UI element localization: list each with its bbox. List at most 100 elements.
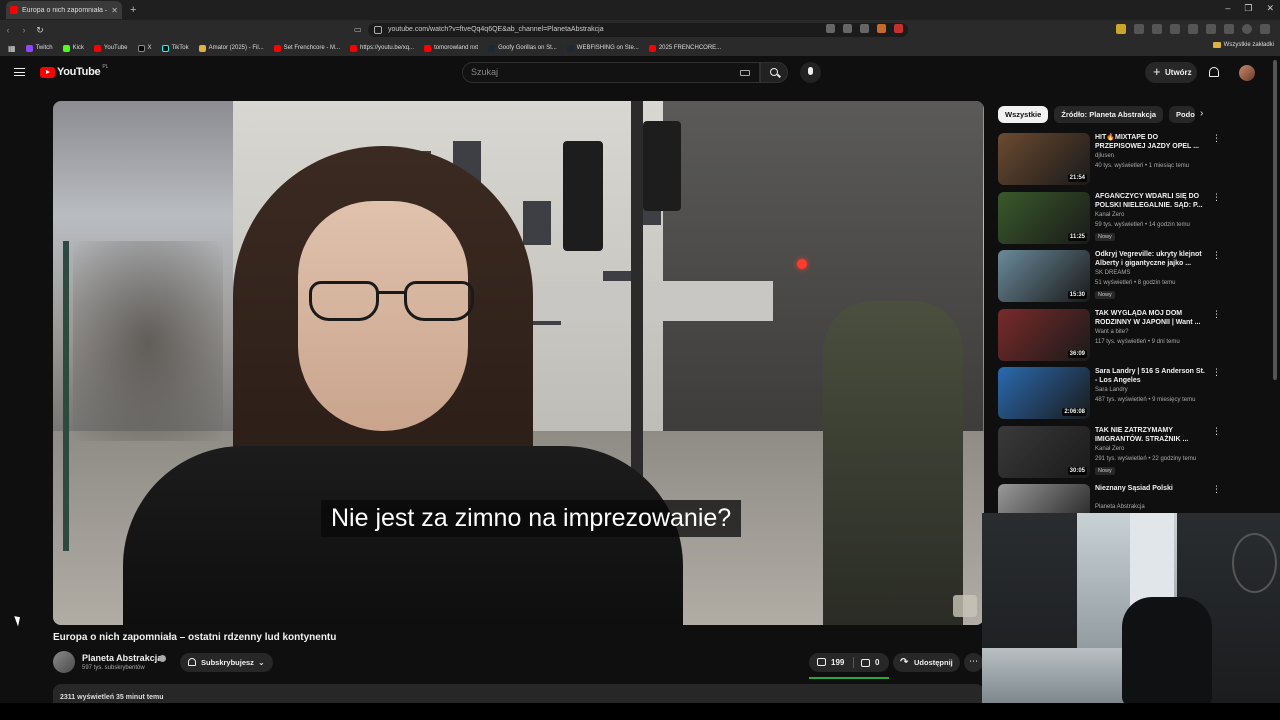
search-input[interactable]: Szukaj [462, 62, 760, 83]
close-window-icon[interactable]: ✕ [1266, 3, 1274, 14]
recommendation-channel[interactable]: Kanał Zero [1095, 446, 1124, 452]
recommendation-channel[interactable]: djlusen [1095, 153, 1114, 159]
recommendation-channel[interactable]: Want a bite? [1095, 329, 1128, 335]
recommendation-item[interactable]: 21:54 HIT🔥MIXTAPE DO PRZEPISOWEJ JAZDY OP… [998, 133, 1223, 187]
create-button[interactable]: Utwórz [1145, 61, 1197, 83]
apps-icon[interactable]: ▦ [8, 44, 16, 53]
profile-icon[interactable] [1242, 24, 1252, 34]
video-thumbnail[interactable]: 21:54 [998, 133, 1090, 185]
bookmark-item[interactable]: https://youtu.be/xq... [350, 44, 414, 52]
chip-all[interactable]: Wszystkie [998, 106, 1049, 123]
recommendation-title[interactable]: HIT🔥MIXTAPE DO PRZEPISOWEJ JAZDY OPEL ..… [1095, 133, 1207, 151]
more-options-icon[interactable]: ⋮ [1212, 484, 1221, 495]
video-thumbnail[interactable]: 11:25 [998, 191, 1090, 244]
back-icon[interactable]: ‹ [0, 25, 16, 35]
more-options-icon[interactable]: ⋮ [1212, 367, 1221, 378]
bookmark-item[interactable]: TikTok [161, 44, 189, 52]
video-player[interactable]: Nie jest za zimno na imprezowanie? [53, 101, 984, 625]
recommendation-channel[interactable]: Sara Landry [1095, 387, 1128, 393]
recommendation-channel[interactable]: SK DREAMS [1095, 270, 1130, 276]
forward-icon[interactable]: › [16, 25, 32, 35]
dislike-count[interactable]: 0 [875, 658, 879, 667]
bookmark-item[interactable]: Goofy Gorillas on St... [488, 44, 557, 52]
media-icon[interactable] [1206, 24, 1216, 34]
chip-similar[interactable]: Podob [1169, 106, 1196, 123]
chip-source-channel[interactable]: Źródło: Planeta Abstrakcja [1054, 106, 1164, 123]
recommendation-title[interactable]: TAK WYGLĄDA MÓJ DOM RODZINNY W JAPONII |… [1095, 309, 1207, 327]
all-bookmarks-folder[interactable]: Wszystkie zakładki [1212, 42, 1274, 48]
chevron-right-icon[interactable]: › [1200, 108, 1203, 119]
like-thumb-up-icon[interactable] [817, 658, 826, 666]
alert-extension-icon[interactable] [894, 24, 903, 33]
zoom-icon[interactable] [843, 24, 852, 33]
extension-icon[interactable] [1170, 24, 1180, 34]
more-actions-icon[interactable]: ⋯ [964, 653, 983, 672]
subscribe-button[interactable]: Subskrybujesz ⌄ [180, 653, 273, 672]
shield-extension-icon[interactable] [877, 24, 886, 33]
sidebar-icon[interactable] [1224, 24, 1234, 34]
recommendation-title[interactable]: TAK NIE ZATRZYMAMY IMIGRANTÓW. STRAŻNIK … [1095, 426, 1207, 444]
like-count[interactable]: 199 [831, 658, 844, 667]
extension-icon[interactable] [1188, 24, 1198, 34]
recommendation-title[interactable]: Odkryj Vegreville: ukryty klejnot Albert… [1095, 250, 1207, 268]
minimize-icon[interactable]: – [1225, 3, 1230, 14]
more-options-icon[interactable]: ⋮ [1212, 192, 1221, 203]
search-button[interactable] [760, 62, 788, 83]
description-box[interactable]: 2311 wyświetleń 35 minut temu [53, 684, 984, 704]
bookmark-item[interactable]: YouTube [93, 44, 128, 52]
bookmark-item[interactable]: Twitch [25, 44, 53, 52]
keyboard-icon[interactable] [740, 70, 750, 76]
video-thumbnail[interactable]: 2:06:08 [998, 367, 1090, 419]
bookmark-item[interactable]: tomorowland nxt [424, 44, 478, 52]
browser-tab[interactable]: Europa o nich zapomniała – ✕ [6, 1, 122, 19]
maximize-icon[interactable]: ❐ [1244, 3, 1252, 14]
menu-icon[interactable] [1260, 24, 1270, 34]
site-info-icon[interactable] [374, 26, 382, 34]
recommendation-item[interactable]: 30:05 TAK NIE ZATRZYMAMY IMIGRANTÓW. STRA… [998, 425, 1223, 480]
bookmark-icon[interactable]: ▭ [354, 25, 362, 34]
more-options-icon[interactable]: ⋮ [1212, 309, 1221, 320]
recommendation-item[interactable]: 15:30 Odkryj Vegreville: ukryty klejnot A… [998, 250, 1223, 304]
recommendation-channel[interactable]: Planeta Abstrakcja [1095, 504, 1145, 510]
voice-search-mic-icon[interactable] [800, 62, 821, 83]
share-page-icon[interactable] [860, 24, 869, 33]
recommendation-item[interactable]: 11:25 AFGAŃCZYCY WDARLI SIĘ DO POLSKI NIE… [998, 191, 1223, 246]
recommendation-channel[interactable]: Kanał Zero [1095, 212, 1124, 218]
share-button[interactable]: ↷ Udostępnij [893, 653, 960, 672]
youtube-logo[interactable]: YouTube PL [40, 64, 108, 78]
video-thumbnail[interactable]: 36:09 [998, 308, 1090, 361]
bookmark-item[interactable]: X [137, 44, 152, 52]
video-thumbnail[interactable]: 15:30 [998, 250, 1090, 302]
cast-icon[interactable] [826, 24, 835, 33]
scrollbar[interactable] [1273, 60, 1277, 380]
extension-icon[interactable] [1116, 24, 1126, 34]
notifications-bell-icon[interactable] [1209, 67, 1219, 77]
extension-icon[interactable] [1152, 24, 1162, 34]
extension-icon[interactable] [1134, 24, 1144, 34]
bookmark-item[interactable]: 2025 FRENCHCORE... [648, 44, 721, 52]
bookmark-item[interactable]: Kick [62, 44, 84, 52]
more-options-icon[interactable]: ⋮ [1212, 250, 1221, 261]
recommendation-title[interactable]: Nieznany Sąsiad Polski [1095, 484, 1207, 493]
recommendation-meta: 51 wyświetleń • 8 godzin temu [1095, 280, 1176, 286]
account-avatar[interactable] [1239, 65, 1255, 81]
channel-watermark-icon[interactable] [953, 595, 977, 617]
video-thumbnail[interactable]: 30:05 [998, 425, 1090, 478]
new-tab-icon[interactable]: + [130, 4, 136, 16]
reload-icon[interactable]: ↻ [32, 25, 48, 36]
channel-avatar[interactable] [53, 651, 75, 673]
more-options-icon[interactable]: ⋮ [1212, 133, 1221, 144]
recommendation-item[interactable]: 2:06:08 Sara Landry | 516 S Anderson St. … [998, 367, 1223, 421]
recommendation-item[interactable]: 36:09 TAK WYGLĄDA MÓJ DOM RODZINNY W JAPO… [998, 308, 1223, 363]
close-tab-icon[interactable]: ✕ [111, 6, 118, 15]
channel-name[interactable]: Planeta Abstrakcja [82, 653, 162, 663]
bookmark-item[interactable]: WEBFISHING on Ste... [566, 44, 639, 52]
like-ratio-bar [809, 677, 889, 679]
dislike-thumb-down-icon[interactable] [861, 659, 870, 667]
recommendation-title[interactable]: AFGAŃCZYCY WDARLI SIĘ DO POLSKI NIELEGAL… [1095, 192, 1207, 210]
menu-hamburger-icon[interactable] [14, 68, 25, 76]
bookmark-item[interactable]: Set Frenchcore - M... [273, 44, 340, 52]
recommendation-title[interactable]: Sara Landry | 516 S Anderson St. - Los A… [1095, 367, 1207, 385]
more-options-icon[interactable]: ⋮ [1212, 426, 1221, 437]
bookmark-item[interactable]: Amator (2025) - Fil... [198, 44, 264, 52]
